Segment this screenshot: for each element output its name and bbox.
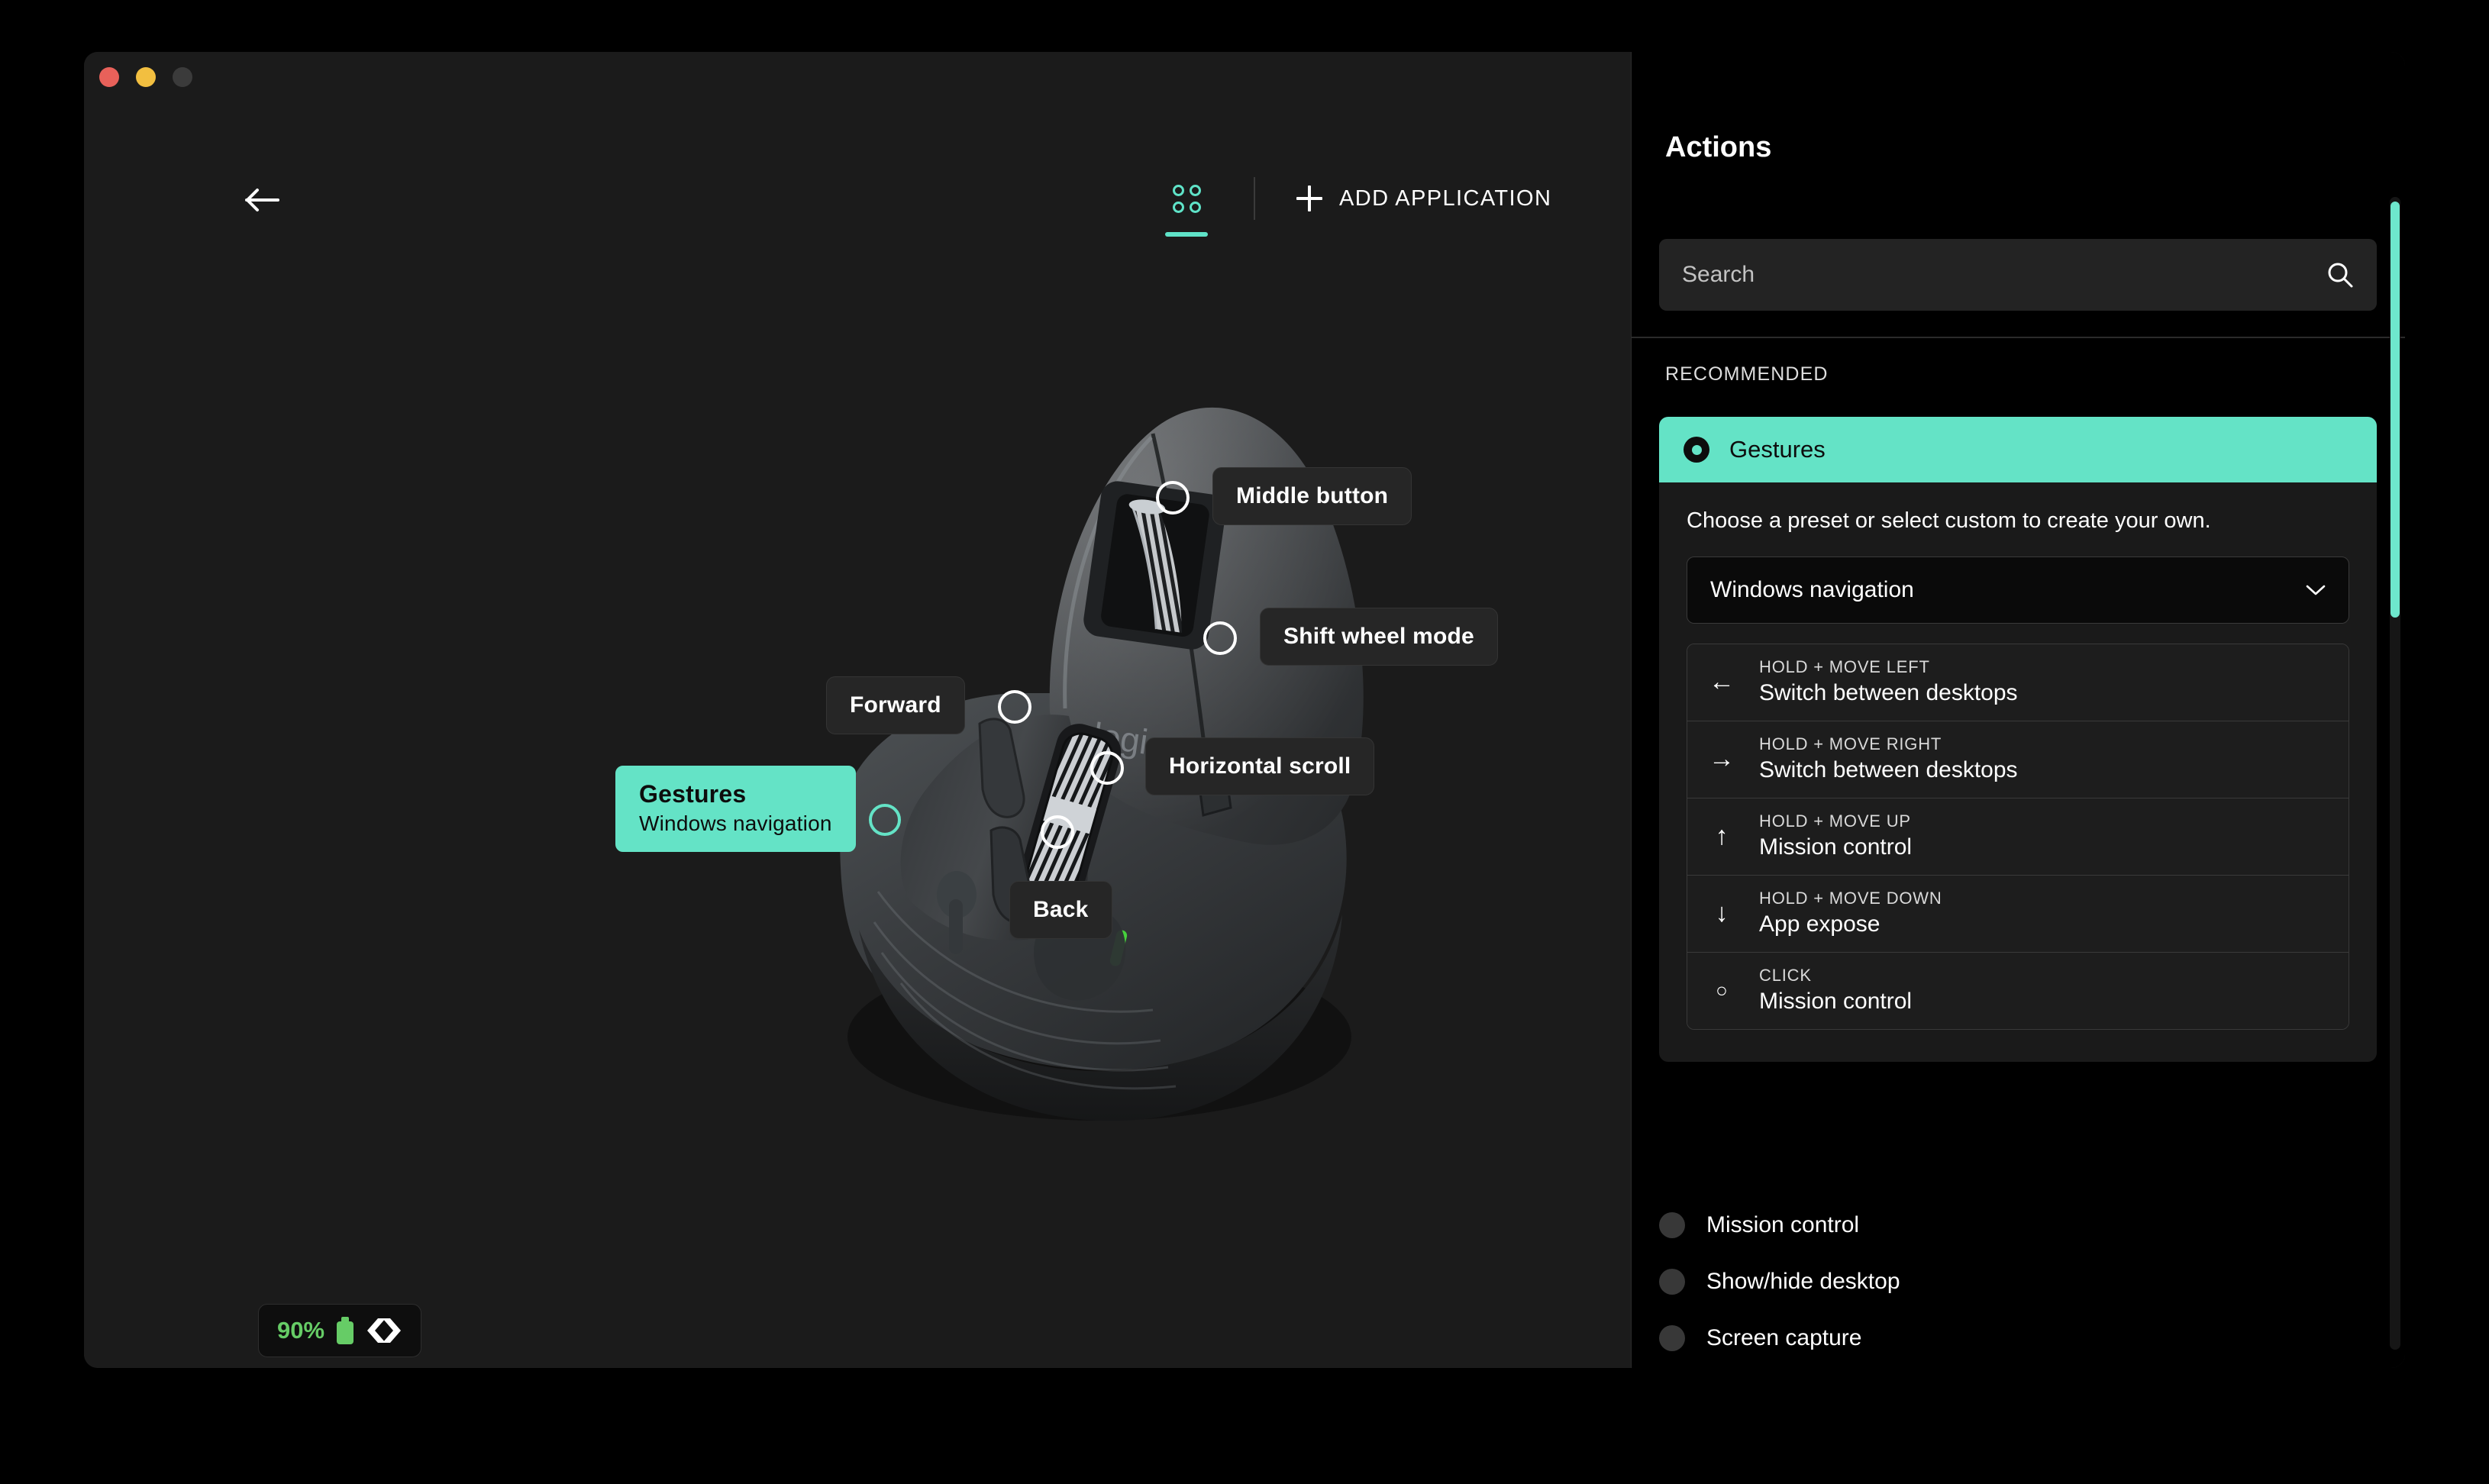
battery-status-chip[interactable]: 90%: [258, 1304, 422, 1357]
preset-dropdown[interactable]: Windows navigation: [1687, 556, 2349, 624]
search-input[interactable]: [1682, 262, 2326, 288]
app-window: ADD APPLICATION logi Middle button Shift…: [84, 52, 2405, 1368]
callout-horizontal-scroll[interactable]: Horizontal scroll: [1145, 737, 1375, 795]
preset-selected-value: Windows navigation: [1710, 577, 1914, 602]
radio-unselected-icon: [1659, 1269, 1685, 1295]
gesture-action: Mission control: [1759, 834, 1913, 860]
callout-gestures[interactable]: Gestures Windows navigation: [615, 766, 856, 853]
action-item-mission-control[interactable]: Mission control: [1659, 1197, 2377, 1253]
gesture-trigger: HOLD + MOVE DOWN: [1759, 889, 1942, 908]
hotspot-shift-wheel-mode[interactable]: [1203, 621, 1237, 655]
action-label: Screen capture: [1706, 1325, 1862, 1350]
battery-percent-label: 90%: [277, 1317, 325, 1344]
page-title: Actions: [1665, 131, 1772, 163]
action-label: Show/hide desktop: [1706, 1269, 1900, 1294]
gesture-row[interactable]: ↑ HOLD + MOVE UP Mission control: [1687, 798, 2349, 876]
panel-divider: [1632, 337, 2405, 338]
callout-back[interactable]: Back: [1009, 881, 1112, 939]
callout-forward[interactable]: Forward: [826, 676, 965, 734]
gesture-row[interactable]: → HOLD + MOVE RIGHT Switch between deskt…: [1687, 721, 2349, 798]
device-illustration: logi Middle button Shift wheel mode Forw…: [84, 52, 1631, 1368]
action-label: Mission control: [1706, 1212, 1860, 1237]
gesture-row[interactable]: ← HOLD + MOVE LEFT Switch between deskto…: [1687, 644, 2349, 721]
gesture-action: Switch between desktops: [1759, 757, 2018, 782]
gesture-row[interactable]: ○ CLICK Mission control: [1687, 953, 2349, 1029]
arrow-down-icon: ↓: [1715, 898, 1729, 928]
hotspot-forward[interactable]: [998, 690, 1031, 724]
hotspot-gestures[interactable]: [869, 804, 901, 836]
arrow-left-icon: ←: [1709, 667, 1735, 696]
callout-gestures-title: Gestures: [639, 780, 747, 808]
search-icon[interactable]: [2326, 261, 2354, 289]
gesture-action: Mission control: [1759, 989, 1913, 1014]
arrow-right-icon: →: [1709, 744, 1735, 773]
radio-unselected-icon: [1659, 1212, 1685, 1238]
gesture-action: App expose: [1759, 911, 1880, 937]
gesture-action: Switch between desktops: [1759, 680, 2018, 705]
callout-shift-wheel-mode[interactable]: Shift wheel mode: [1260, 608, 1498, 666]
callout-middle-button[interactable]: Middle button: [1212, 467, 1412, 525]
other-actions-list: Mission control Show/hide desktop Screen…: [1659, 1197, 2377, 1368]
radio-unselected-icon: [1659, 1325, 1685, 1351]
arrow-up-icon: ↑: [1715, 821, 1729, 850]
scrollbar-thumb[interactable]: [2391, 202, 2400, 618]
logi-flow-icon: [367, 1318, 402, 1343]
search-box[interactable]: [1659, 239, 2377, 311]
preset-hint-text: Choose a preset or select custom to crea…: [1687, 508, 2211, 533]
action-item-show-hide-desktop[interactable]: Show/hide desktop: [1659, 1253, 2377, 1310]
gesture-trigger: HOLD + MOVE RIGHT: [1759, 734, 1942, 753]
action-item-screen-capture[interactable]: Screen capture: [1659, 1310, 2377, 1366]
gestures-label: Gestures: [1729, 436, 1826, 463]
actions-scrollbar[interactable]: [2390, 197, 2400, 1350]
action-item-switch-application[interactable]: Switch application: [1659, 1366, 2377, 1368]
gesture-assignment-list: ← HOLD + MOVE LEFT Switch between deskto…: [1687, 644, 2349, 1030]
hotspot-back[interactable]: [1041, 815, 1074, 849]
gesture-trigger: HOLD + MOVE LEFT: [1759, 657, 1930, 676]
chevron-down-icon: [2306, 585, 2326, 595]
hotspot-horizontal-scroll[interactable]: [1090, 751, 1124, 785]
device-pane: ADD APPLICATION logi Middle button Shift…: [84, 52, 1631, 1368]
gestures-card-body: Choose a preset or select custom to crea…: [1659, 482, 2377, 1062]
circle-click-icon: ○: [1716, 979, 1728, 1002]
section-label-recommended: RECOMMENDED: [1665, 363, 1829, 385]
gesture-trigger: HOLD + MOVE UP: [1759, 811, 1911, 831]
gestures-card: Gestures Choose a preset or select custo…: [1659, 417, 2377, 1062]
gestures-option-selected[interactable]: Gestures: [1659, 417, 2377, 482]
radio-selected-icon: [1684, 437, 1709, 463]
callout-gestures-subtitle: Windows navigation: [639, 811, 832, 835]
gesture-row[interactable]: ↓ HOLD + MOVE DOWN App expose: [1687, 876, 2349, 953]
battery-icon: [337, 1317, 354, 1344]
actions-panel: Actions RECOMMENDED Gestures Choose a pr…: [1631, 52, 2405, 1368]
hotspot-middle-button[interactable]: [1156, 481, 1190, 515]
gesture-trigger: CLICK: [1759, 966, 1812, 985]
